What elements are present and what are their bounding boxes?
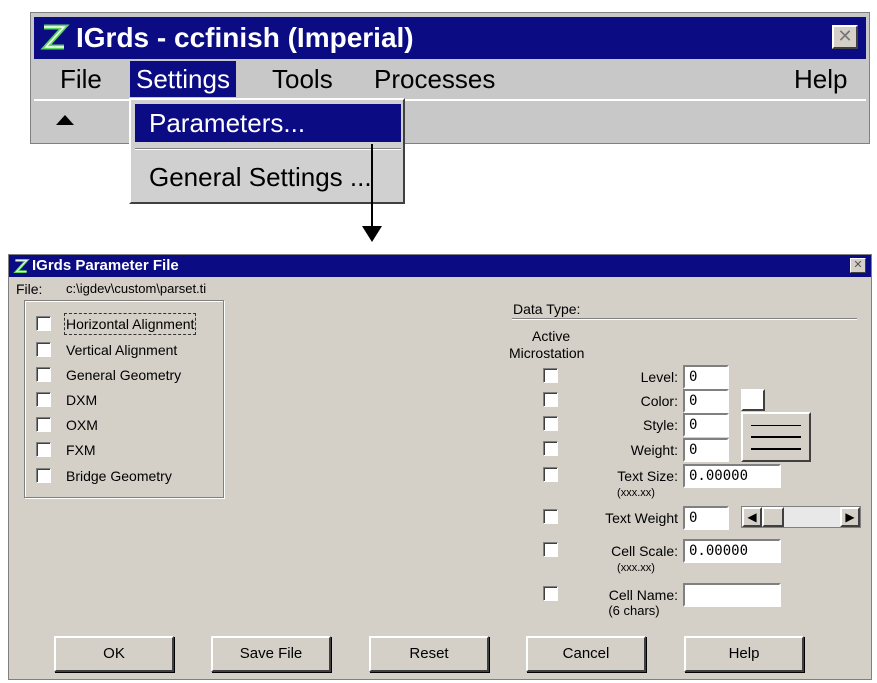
checkbox-text-weight[interactable]	[543, 509, 558, 524]
menu-item-general-settings[interactable]: General Settings ...	[135, 158, 401, 196]
text-weight-field[interactable]: 0	[683, 506, 729, 530]
weight-label: Weight:	[630, 442, 678, 458]
checkbox-cell-name[interactable]	[543, 586, 558, 601]
collapse-arrow-icon[interactable]	[56, 115, 74, 125]
menu-processes[interactable]: Processes	[374, 61, 495, 97]
ok-button[interactable]: OK	[54, 636, 174, 672]
checkbox-color[interactable]	[543, 392, 558, 407]
line-style-thin	[751, 425, 801, 426]
cell-scale-hint: (xxx.xx)	[617, 562, 655, 574]
line-style-medium	[751, 436, 801, 438]
checkbox-fxm[interactable]	[36, 442, 51, 457]
flow-arrow-icon	[362, 226, 382, 242]
microstation-label: Microstation	[509, 345, 585, 361]
main-window-title: IGrds - ccfinish (Imperial)	[76, 22, 414, 53]
style-field[interactable]: 0	[683, 413, 729, 437]
save-file-button[interactable]: Save File	[211, 636, 331, 672]
cancel-button[interactable]: Cancel	[526, 636, 646, 672]
checkbox-dxm[interactable]	[36, 392, 51, 407]
dialog-close-button[interactable]: ✕	[850, 258, 866, 273]
checkbox-general-geometry[interactable]	[36, 367, 51, 382]
text-weight-label: Text Weight	[605, 510, 678, 526]
menu-file[interactable]: File	[60, 61, 102, 97]
checkbox-label[interactable]: Bridge Geometry	[66, 467, 172, 485]
color-swatch-button[interactable]	[741, 389, 765, 411]
weight-field[interactable]: 0	[683, 438, 729, 462]
menu-settings[interactable]: Settings	[130, 61, 236, 97]
checkbox-cell-scale[interactable]	[543, 542, 558, 557]
checkbox-vertical-alignment[interactable]	[36, 342, 51, 357]
reset-button[interactable]: Reset	[369, 636, 489, 672]
divider	[512, 318, 857, 320]
text-size-hint: (xxx.xx)	[617, 487, 655, 499]
flow-arrow-line	[371, 144, 373, 228]
menu-item-parameters[interactable]: Parameters...	[135, 104, 401, 142]
checkbox-horizontal-alignment[interactable]	[36, 316, 51, 331]
scroll-thumb[interactable]	[762, 507, 784, 527]
cell-scale-label: Cell Scale:	[611, 543, 678, 559]
checkbox-label[interactable]: DXM	[66, 391, 97, 409]
settings-dropdown: Parameters... General Settings ...	[129, 98, 405, 204]
scroll-right-icon[interactable]: ▶	[840, 507, 860, 527]
checkbox-oxm[interactable]	[36, 417, 51, 432]
line-style-preview-button[interactable]	[741, 412, 811, 462]
cell-name-hint: (6 chars)	[608, 603, 660, 618]
level-label: Level:	[640, 369, 678, 385]
menu-help[interactable]: Help	[794, 61, 847, 97]
menu-tools[interactable]: Tools	[272, 61, 333, 97]
checkbox-label[interactable]: Vertical Alignment	[66, 341, 177, 359]
checkbox-label[interactable]: General Geometry	[66, 366, 181, 384]
line-style-thick	[751, 448, 801, 450]
color-label: Color:	[640, 393, 678, 409]
text-size-label: Text Size:	[617, 468, 678, 484]
level-field[interactable]: 0	[683, 365, 729, 389]
dialog-title: IGrds Parameter File	[32, 257, 179, 274]
checkbox-label[interactable]: OXM	[66, 416, 98, 434]
menubar: File Settings Tools Processes Help	[34, 59, 866, 99]
menu-separator	[135, 148, 401, 150]
igrds-logo-icon	[13, 258, 30, 274]
text-weight-scrollbar[interactable]: ◀ ▶	[741, 506, 861, 528]
dialog-titlebar: IGrds Parameter File ✕	[9, 255, 871, 277]
checkbox-level[interactable]	[543, 368, 558, 383]
cell-name-label: Cell Name:	[608, 587, 678, 603]
scroll-left-icon[interactable]: ◀	[742, 507, 762, 527]
checkbox-label[interactable]: Horizontal Alignment	[63, 313, 197, 335]
color-field[interactable]: 0	[683, 389, 729, 413]
checkbox-weight[interactable]	[543, 441, 558, 456]
checkbox-bridge-geometry[interactable]	[36, 468, 51, 483]
main-close-button[interactable]: ✕	[832, 25, 858, 49]
active-label: Active	[532, 328, 571, 344]
igrds-logo-icon	[40, 24, 70, 50]
help-button[interactable]: Help	[684, 636, 804, 672]
style-label: Style:	[642, 417, 678, 433]
data-type-label: Data Type:	[513, 301, 581, 317]
main-titlebar: IGrds - ccfinish (Imperial) ✕	[34, 17, 866, 59]
checkbox-text-size[interactable]	[543, 467, 558, 482]
checkbox-style[interactable]	[543, 416, 558, 431]
cell-name-field[interactable]	[683, 583, 781, 607]
checkbox-label[interactable]: FXM	[66, 441, 96, 459]
text-size-field[interactable]: 0.00000	[683, 464, 781, 488]
file-path: c:\igdev\custom\parset.ti	[66, 281, 207, 296]
file-label: File:	[16, 281, 43, 297]
cell-scale-field[interactable]: 0.00000	[683, 539, 781, 563]
